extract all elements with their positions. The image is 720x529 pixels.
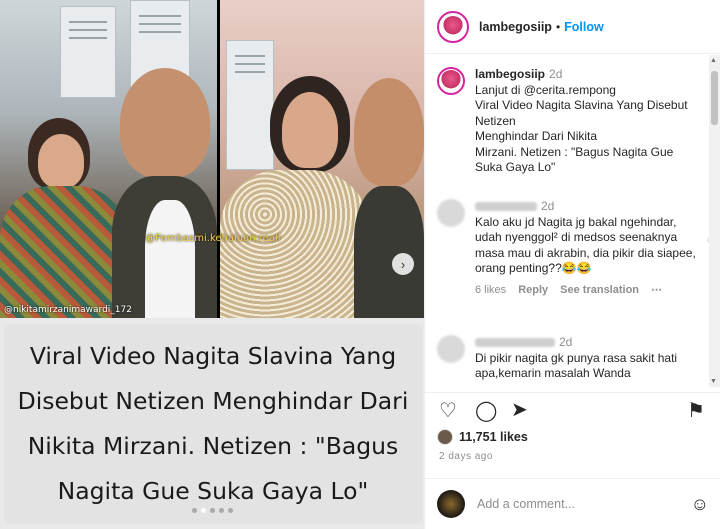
next-slide-button[interactable]: › [392,253,414,275]
woman-dress [0,186,128,318]
man-face [120,68,210,178]
chevron-right-icon: › [400,256,406,272]
carousel-dot[interactable] [200,508,206,513]
carousel-dot[interactable] [209,508,215,513]
comment-icon[interactable]: ◯ [475,401,497,421]
header-username[interactable]: lambegosiip [479,20,552,34]
caption-card: Viral Video Nagita Slavina Yang Disebut … [0,318,424,529]
comment-time: 2d [541,199,555,213]
caption-line: Disebut Netizen Menghindar Dari [17,387,409,415]
follow-button[interactable]: Follow [564,20,604,34]
profile-avatar[interactable] [437,10,469,43]
current-user-avatar [437,490,465,518]
caption-time: 2d [549,67,563,81]
header-separator: • [555,19,561,34]
comment-time: 2d [559,335,573,349]
commenter-avatar[interactable] [437,335,465,363]
commenter-username[interactable] [475,202,537,212]
photo-left [0,0,217,318]
brand-logo-icon [440,70,462,92]
liker-avatar [437,429,453,445]
comment-item: 2d Di pikir nagita gk punya rasa sakit h… [437,335,702,382]
commenter-avatar[interactable] [437,199,465,227]
woman-face [282,92,338,168]
caption-username[interactable]: lambegosiip [475,67,545,81]
man-face [354,78,424,186]
carousel-dots [0,508,424,513]
post-date: 2 days ago [439,451,493,462]
like-heart-icon[interactable]: ♡ [439,401,457,421]
commenter-username[interactable] [475,338,555,348]
emoji-icon[interactable]: ☺ [691,494,709,515]
air-conditioner-left [60,6,116,98]
action-bar: ♡ ◯ ➤ ⚑ [425,392,720,432]
post-media[interactable]: @nikitamirzanimawardi_172 @Pembasmi.keha… [0,0,424,529]
carousel-dot[interactable] [227,508,233,513]
caption-line: Viral Video Nagita Slavina Yang Disebut … [475,98,688,128]
caption-line: Suka Gaya Lo" [475,160,556,174]
caption-text: Viral Video Nagita Slavina Yang Disebut … [18,334,409,514]
comment-likes[interactable]: 6 likes [475,283,506,299]
man-shirt [354,186,424,318]
add-comment-input[interactable] [477,497,691,511]
post-caption: lambegosiip 2d Lanjut di @cerita.rempong … [437,67,702,176]
post-header: lambegosiip • Follow [425,0,720,54]
man-tshirt [145,200,195,318]
post-panel: lambegosiip • Follow lambegosiip 2d Lanju… [424,0,720,529]
carousel-dot[interactable] [191,508,197,513]
comments-list[interactable]: lambegosiip 2d Lanjut di @cerita.rempong … [425,55,720,387]
likes-row[interactable]: 11,751 likes [437,429,528,445]
comment-text: Kalo aku jd Nagita jg bakal ngehindar, u… [475,214,696,276]
carousel-dot[interactable] [218,508,224,513]
caption-line: Lanjut di @cerita.rempong [475,82,616,97]
more-options-icon[interactable]: ⋯ [651,283,662,299]
scroll-down-arrow-icon[interactable]: ▼ [710,378,717,385]
brand-logo-icon [442,15,464,38]
comments-scrollbar[interactable]: ▲ ▼ [709,55,720,387]
scrollbar-thumb[interactable] [711,71,718,125]
caption-line: Nikita Mirzani. Netizen : "Bagus [27,432,399,460]
caption-line: Mirzani. Netizen : "Bagus Nagita Gue [475,144,674,159]
caption-avatar[interactable] [437,67,465,95]
comment-item: 2d Kalo aku jd Nagita jg bakal ngehindar… [437,199,718,299]
bookmark-icon[interactable]: ⚑ [687,401,705,421]
see-translation-button[interactable]: See translation [560,283,639,299]
reply-button[interactable]: Reply [518,283,548,299]
likes-count[interactable]: 11,751 likes [459,430,528,444]
share-icon[interactable]: ➤ [511,400,528,420]
caption-line: Viral Video Nagita Slavina Yang [29,342,397,370]
air-conditioner [226,40,274,170]
woman-face [38,134,84,188]
caption-line: Menghindar Dari Nikita [475,129,598,143]
scroll-up-arrow-icon[interactable]: ▲ [710,57,717,64]
comment-text: Di pikir nagita gk punya rasa sakit hati… [475,350,678,381]
woman-sequin-dress [220,170,370,318]
watermark-left: @nikitamirzanimawardi_172 [4,305,132,315]
add-comment-bar: ☺ [425,478,720,529]
watermark-right: @Pembasmi.kehaluan.reall [145,233,281,244]
